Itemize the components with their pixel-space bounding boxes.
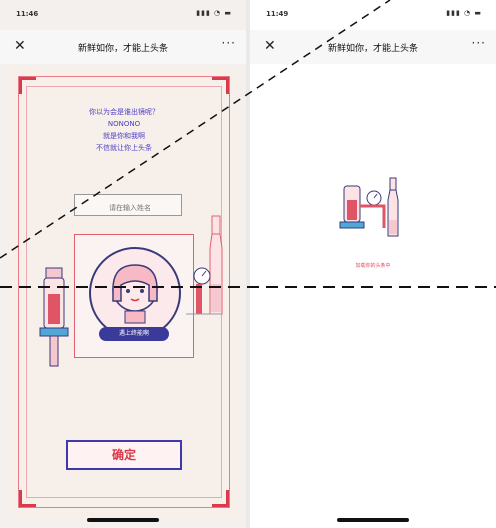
intro-line: 就是你和我啊: [103, 132, 145, 140]
name-input-box[interactable]: [74, 194, 185, 219]
more-icon[interactable]: ···: [222, 36, 236, 50]
valve-machine-icon: [39, 267, 69, 367]
intro-line: 你以为会是谁出镜呢？: [89, 108, 159, 116]
photo-frame: 遇上终能啊: [74, 234, 194, 358]
left-phone-screen: 11:46 ▮▮▮ ◔ ▬ ✕ 新鲜如你，才能上头条 ··· 你以为会是谁出镜呢…: [0, 0, 246, 528]
name-input[interactable]: [75, 197, 185, 219]
intro-line: 不信就让你上头条: [96, 144, 152, 152]
status-icons: ▮▮▮ ◔ ▬: [196, 9, 232, 17]
status-icons: ▮▮▮ ◔ ▬: [446, 9, 482, 17]
home-indicator: [87, 518, 159, 522]
intro-text: 你以为会是谁出镜呢？ NONONO 就是你和我啊 不信就让你上头条: [50, 106, 198, 154]
page-title: 新鲜如你，才能上头条: [327, 44, 418, 54]
gauge-bottle-icon: [186, 215, 223, 315]
close-icon[interactable]: ✕: [14, 38, 26, 54]
home-indicator: [337, 518, 409, 522]
status-time: 11:46: [16, 10, 39, 18]
intro-line: NONONO: [107, 120, 141, 128]
confirm-button[interactable]: 确定: [66, 440, 182, 470]
right-phone-screen: 11:49 ▮▮▮ ◔ ▬ ✕ 新鲜如你，才能上头条 ··· 加载你的头条中: [250, 0, 496, 528]
girl-portrait-icon: [112, 264, 158, 324]
page-title: 新鲜如你，才能上头条: [77, 44, 168, 54]
loading-machine-icon: [339, 177, 399, 237]
close-icon[interactable]: ✕: [264, 38, 276, 54]
avatar: [89, 247, 181, 339]
navigation-bar: ✕ 新鲜如你，才能上头条 ···: [0, 30, 246, 64]
status-bar: 11:49 ▮▮▮ ◔ ▬: [250, 0, 496, 30]
status-bar: 11:46 ▮▮▮ ◔ ▬: [0, 0, 246, 30]
status-time: 11:49: [266, 10, 289, 18]
portrait-label: 遇上终能啊: [99, 327, 169, 341]
poster: 你以为会是谁出镜呢？ NONONO 就是你和我啊 不信就让你上头条 请在输入姓名…: [10, 68, 238, 520]
loading-text: 加载你的头条中: [355, 263, 391, 269]
more-icon[interactable]: ···: [472, 36, 486, 50]
navigation-bar: ✕ 新鲜如你，才能上头条 ···: [250, 30, 496, 64]
